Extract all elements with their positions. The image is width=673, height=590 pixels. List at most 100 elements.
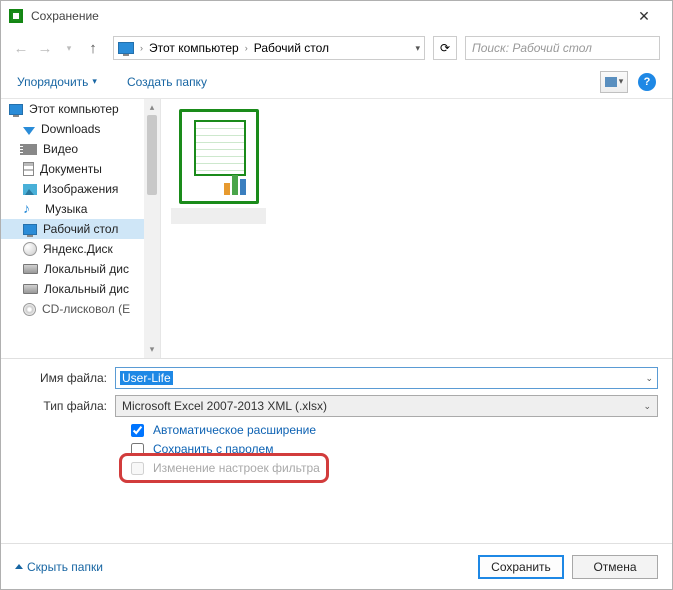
- filename-input[interactable]: User-Life ⌄: [115, 367, 658, 389]
- save-form: Имя файла: User-Life ⌄ Тип файла: Micros…: [1, 359, 672, 478]
- crumb-root[interactable]: Этот компьютер: [149, 41, 239, 55]
- download-icon: [23, 127, 35, 135]
- scroll-thumb[interactable]: [147, 115, 157, 195]
- sidebar-scrollbar[interactable]: ▴▾: [144, 99, 160, 358]
- nav-up-icon[interactable]: ↑: [85, 40, 101, 57]
- chevron-right-icon[interactable]: ›: [245, 43, 248, 53]
- chevron-right-icon[interactable]: ›: [140, 43, 143, 53]
- chevron-down-icon: ▾: [619, 76, 624, 87]
- chevron-down-icon: ▾: [92, 76, 97, 87]
- sidebar-item-label: Этот компьютер: [29, 102, 119, 116]
- refresh-icon: ⟳: [440, 41, 450, 55]
- nav-back-icon[interactable]: ←: [13, 40, 29, 57]
- sidebar-item-yandex[interactable]: Яндекс.Диск: [1, 239, 160, 259]
- window-title: Сохранение: [31, 9, 624, 23]
- sidebar-item-cddrive[interactable]: CD-лисковол (E: [1, 299, 160, 319]
- sidebar-item-label: Яндекс.Диск: [43, 242, 113, 256]
- checkbox-label: Автоматическое расширение: [153, 423, 316, 437]
- help-button[interactable]: ?: [638, 73, 656, 91]
- nav-recent-icon[interactable]: ▾: [61, 43, 77, 54]
- computer-icon: [118, 42, 134, 54]
- video-icon: [23, 144, 37, 155]
- crumb-current[interactable]: Рабочий стол: [254, 41, 329, 55]
- sidebar-item-label: Видео: [43, 142, 78, 156]
- button-label: Отмена: [593, 560, 636, 574]
- hide-folders-label: Скрыть папки: [27, 560, 103, 574]
- nav-row: ← → ▾ ↑ › Этот компьютер › Рабочий стол …: [1, 31, 672, 65]
- sidebar-item-label: Изображения: [43, 182, 118, 196]
- checkbox-label: Изменение настроек фильтра: [153, 461, 320, 475]
- filetype-select[interactable]: Microsoft Excel 2007-2013 XML (.xlsx) ⌄: [115, 395, 658, 417]
- sidebar-item-label: CD-лисковол (E: [42, 302, 130, 316]
- new-folder-button[interactable]: Создать папку: [127, 75, 207, 89]
- sidebar-item-label: Документы: [40, 162, 102, 176]
- music-icon: ♪: [23, 202, 39, 216]
- checkbox-input[interactable]: [131, 424, 144, 437]
- sidebar-item-downloads[interactable]: Downloads: [1, 119, 160, 139]
- sidebar-item-label: Локальный дис: [44, 262, 129, 276]
- organize-menu[interactable]: Упорядочить ▾: [17, 75, 97, 89]
- file-item[interactable]: [179, 109, 259, 204]
- sidebar-item-computer[interactable]: Этот компьютер: [1, 99, 160, 119]
- yandex-disk-icon: [23, 242, 37, 256]
- chart-icon: [224, 171, 246, 195]
- sidebar-item-label: Локальный дис: [44, 282, 129, 296]
- search-placeholder: Поиск: Рабочий стол: [472, 41, 592, 55]
- checkbox-label: Сохранить с паролем: [153, 442, 273, 456]
- document-icon: [23, 162, 34, 176]
- nav-forward-icon: →: [37, 40, 53, 57]
- hdd-icon: [23, 284, 38, 294]
- checkbox-input[interactable]: [131, 443, 144, 456]
- desktop-icon: [23, 224, 37, 235]
- file-name-placeholder: [171, 208, 266, 224]
- checkbox-input: [131, 462, 144, 475]
- organize-label: Упорядочить: [17, 75, 88, 89]
- save-with-password-checkbox[interactable]: Сохранить с паролем: [127, 442, 397, 459]
- sidebar-item-localdisk[interactable]: Локальный дис: [1, 279, 160, 299]
- view-mode-button[interactable]: ▾: [600, 71, 628, 93]
- filetype-value: Microsoft Excel 2007-2013 XML (.xlsx): [122, 399, 327, 413]
- sidebar-item-localdisk[interactable]: Локальный дис: [1, 259, 160, 279]
- search-input[interactable]: Поиск: Рабочий стол: [465, 36, 660, 60]
- breadcrumb-dropdown[interactable]: ▾: [415, 43, 420, 54]
- dialog-footer: Скрыть папки Сохранить Отмена: [1, 543, 672, 589]
- scroll-down-icon[interactable]: ▾: [150, 344, 155, 355]
- hdd-icon: [23, 264, 38, 274]
- sidebar-item-documents[interactable]: Документы: [1, 159, 160, 179]
- filter-settings-checkbox: Изменение настроек фильтра: [127, 461, 397, 478]
- sidebar-item-images[interactable]: Изображения: [1, 179, 160, 199]
- refresh-button[interactable]: ⟳: [433, 36, 457, 60]
- auto-extension-checkbox[interactable]: Автоматическое расширение: [127, 423, 397, 440]
- button-label: Сохранить: [491, 560, 551, 574]
- save-button[interactable]: Сохранить: [478, 555, 564, 579]
- app-icon: [9, 9, 23, 23]
- sidebar-item-music[interactable]: ♪ Музыка: [1, 199, 160, 219]
- spreadsheet-icon: [194, 120, 246, 176]
- scroll-up-icon[interactable]: ▴: [150, 102, 155, 113]
- file-pane[interactable]: [161, 99, 672, 358]
- close-icon[interactable]: ✕: [624, 8, 664, 25]
- toolbar: Упорядочить ▾ Создать папку ▾ ?: [1, 65, 672, 99]
- filename-label: Имя файла:: [15, 371, 115, 385]
- chevron-down-icon[interactable]: ⌄: [643, 401, 651, 412]
- filename-value: User-Life: [120, 371, 173, 385]
- sidebar-item-desktop[interactable]: Рабочий стол: [1, 219, 160, 239]
- sidebar-item-video[interactable]: Видео: [1, 139, 160, 159]
- options-group: Автоматическое расширение Сохранить с па…: [127, 423, 397, 478]
- sidebar-item-label: Рабочий стол: [43, 222, 118, 236]
- breadcrumb[interactable]: › Этот компьютер › Рабочий стол ▾: [113, 36, 425, 60]
- sidebar-item-label: Музыка: [45, 202, 87, 216]
- chevron-down-icon[interactable]: ⌄: [645, 373, 653, 384]
- sidebar: Этот компьютер Downloads Видео Документы…: [1, 99, 161, 358]
- sidebar-item-label: Downloads: [41, 122, 100, 136]
- chevron-up-icon: [15, 564, 23, 569]
- view-icon: [605, 77, 617, 87]
- filetype-label: Тип файла:: [15, 399, 115, 413]
- computer-icon: [9, 104, 23, 115]
- cd-icon: [23, 303, 36, 316]
- image-icon: [23, 184, 37, 195]
- cancel-button[interactable]: Отмена: [572, 555, 658, 579]
- title-bar: Сохранение ✕: [1, 1, 672, 31]
- hide-folders-button[interactable]: Скрыть папки: [15, 560, 103, 574]
- new-folder-label: Создать папку: [127, 75, 207, 89]
